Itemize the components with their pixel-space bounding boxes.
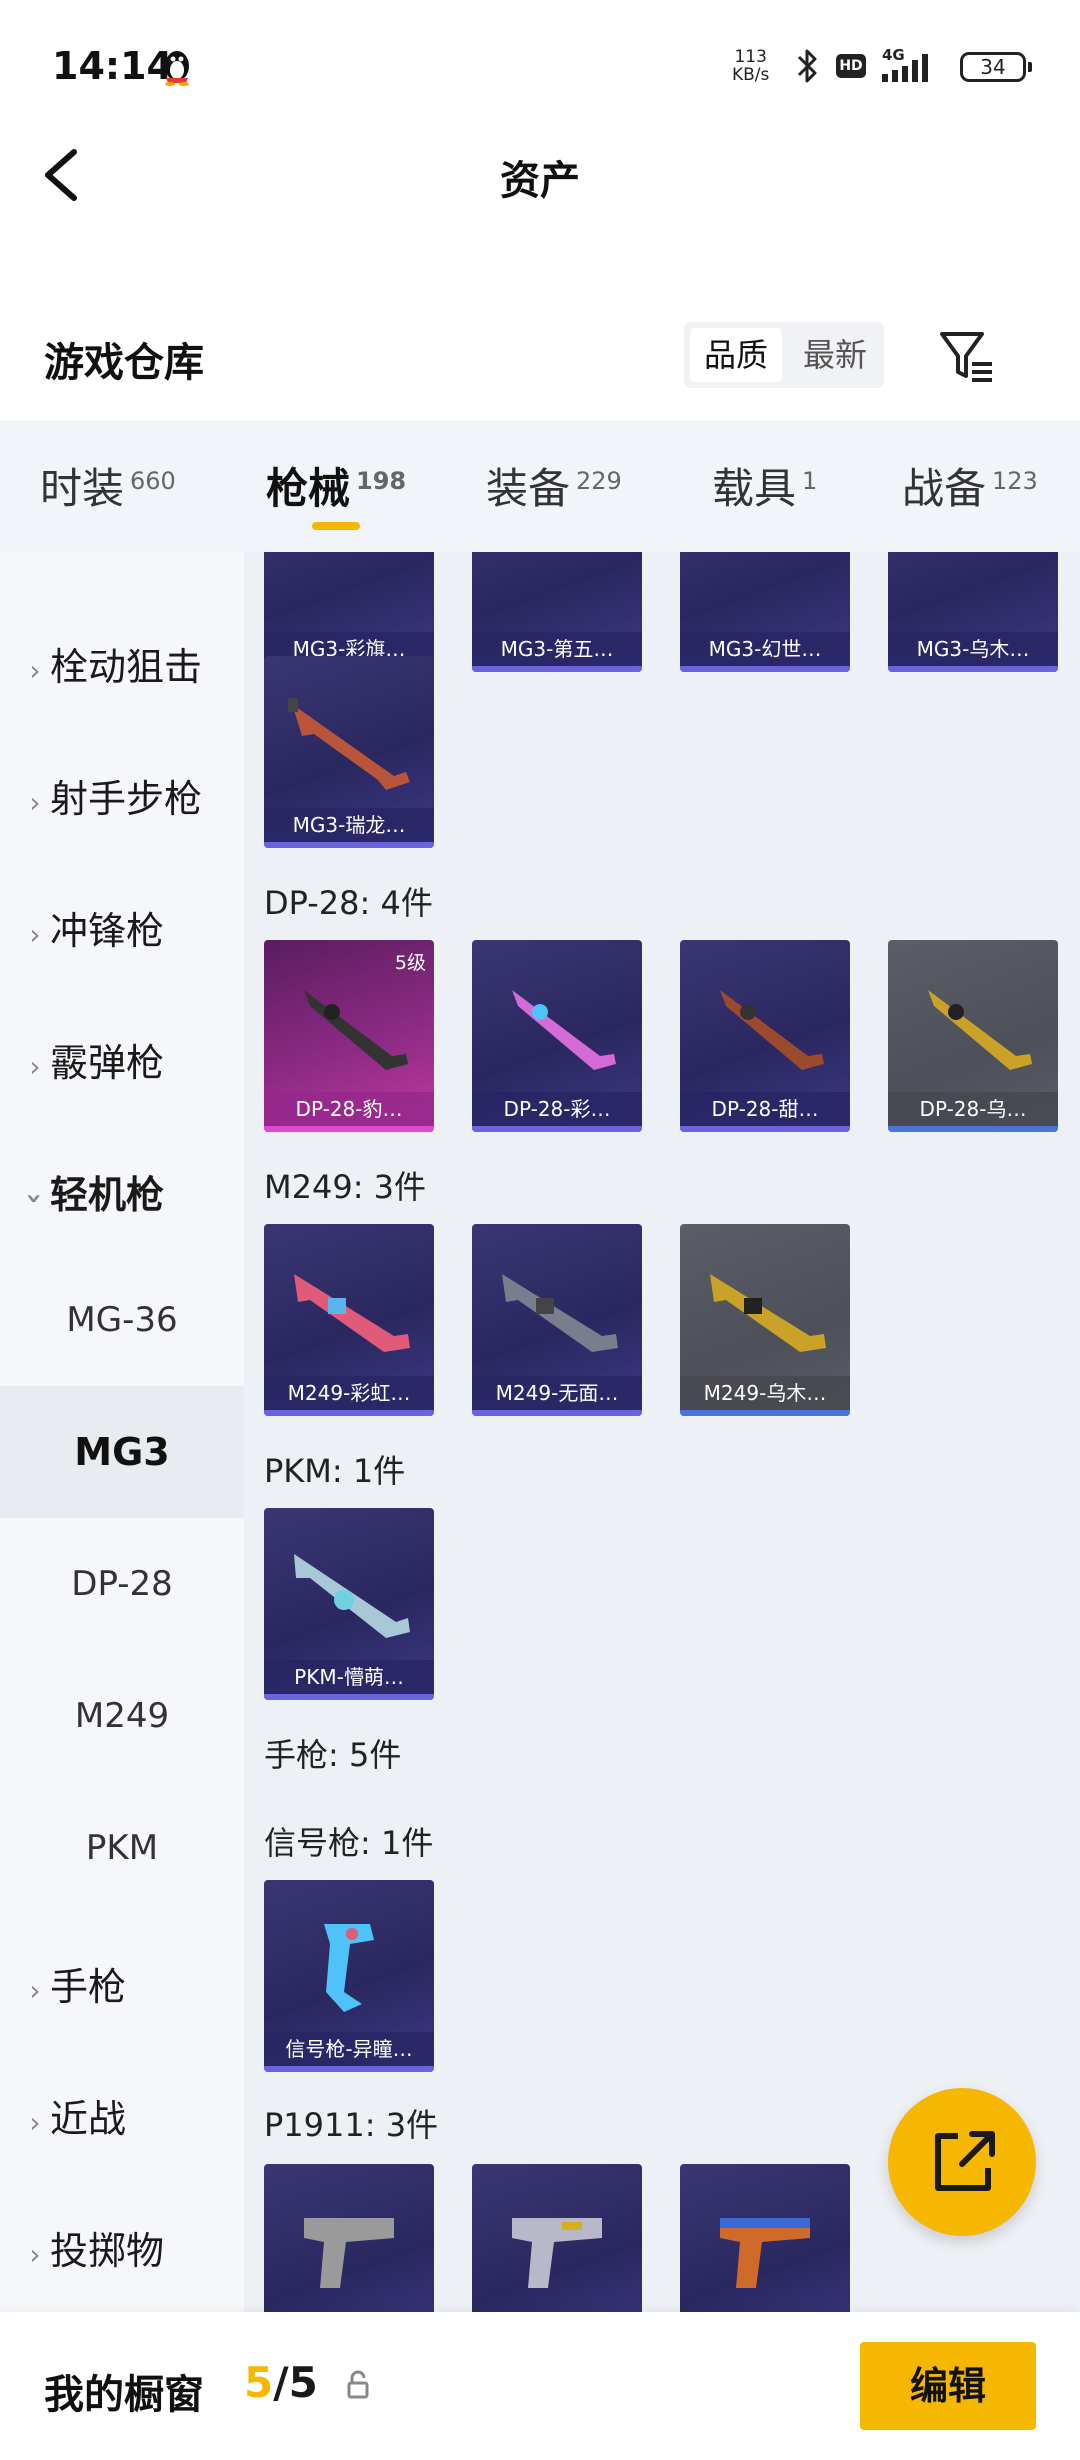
chevron-right-icon: › — [29, 1050, 41, 1083]
dp28-gun-icon — [928, 990, 1032, 1070]
bluetooth-icon — [797, 49, 817, 83]
weapon-card[interactable] — [472, 2164, 642, 2312]
weapon-card[interactable]: MG3-彩旗… — [264, 552, 434, 672]
chevron-right-icon: › — [29, 786, 41, 819]
weapon-card[interactable]: MG3-第五… — [472, 552, 642, 672]
section-header-flare: 信号枪: 1件 — [264, 1824, 434, 1862]
sidebar-sub-mg3[interactable]: MG3 — [0, 1386, 244, 1518]
weapon-card[interactable] — [680, 2164, 850, 2312]
sidebar-sub-pkm[interactable]: PKM — [0, 1782, 244, 1914]
sidebar-item-melee[interactable]: › 近战 — [0, 2088, 244, 2143]
section-header-pistol: 手枪: 5件 — [264, 1736, 402, 1774]
m249-gun-icon — [294, 1274, 410, 1352]
store-title: 游戏仓库 — [44, 340, 204, 386]
sort-quality-button[interactable]: 品质 — [690, 328, 782, 382]
chevron-right-icon: › — [29, 2238, 41, 2271]
section-header-p1911: P1911: 3件 — [264, 2106, 439, 2144]
weapon-card[interactable]: 信号枪-异瞳… — [264, 1880, 434, 2072]
m249-gun-icon — [502, 1274, 618, 1352]
pkm-gun-icon — [294, 1554, 410, 1638]
pistol-icon — [304, 2218, 394, 2288]
dp28-gun-icon — [304, 990, 408, 1070]
sidebar-item-shotgun[interactable]: › 霰弹枪 — [0, 1032, 244, 1087]
sidebar-item-pistol[interactable]: › 手枪 — [0, 1956, 244, 2011]
m249-gun-icon — [710, 1274, 826, 1352]
flare-gun-icon — [324, 1924, 374, 2012]
showcase-count: 5/5 — [244, 2358, 318, 2407]
weapon-card[interactable]: DP-28-乌… — [888, 940, 1058, 1132]
weapon-card[interactable]: PKM-懵萌… — [264, 1508, 434, 1700]
edit-button[interactable]: 编辑 — [860, 2342, 1036, 2430]
tab-vehicles[interactable]: 载具 1 — [712, 455, 817, 516]
battery-tip — [1028, 62, 1032, 72]
sort-newest-button[interactable]: 最新 — [790, 328, 880, 382]
lock-icon — [347, 2370, 369, 2399]
tab-equipment[interactable]: 装备 229 — [486, 455, 622, 516]
chevron-down-icon: › — [18, 1192, 52, 1205]
page-title: 资产 — [500, 158, 580, 204]
section-header-m249: M249: 3件 — [264, 1168, 427, 1206]
weapon-card[interactable] — [264, 2164, 434, 2312]
weapon-card[interactable]: M249-无面… — [472, 1224, 642, 1416]
battery-icon: 34 — [960, 52, 1026, 82]
weapon-card[interactable]: DP-28-彩… — [472, 940, 642, 1132]
weapon-card[interactable]: MG3-乌木… — [888, 552, 1058, 672]
weapon-card[interactable]: DP-28-甜… — [680, 940, 850, 1132]
section-header-pkm: PKM: 1件 — [264, 1452, 406, 1490]
sidebar-item-throwable[interactable]: › 投掷物 — [0, 2220, 244, 2275]
weapon-card[interactable]: MG3-瑞龙… — [264, 656, 434, 848]
tab-supplies[interactable]: 战备 123 — [902, 455, 1038, 516]
dp28-gun-icon — [512, 990, 616, 1070]
chevron-right-icon: › — [29, 918, 41, 951]
chevron-right-icon: › — [29, 1974, 41, 2007]
showcase-label: 我的橱窗 — [44, 2372, 204, 2418]
sidebar-item-bolt-sniper[interactable]: › 栓动狙击 — [0, 636, 244, 691]
pistol-icon — [720, 2218, 810, 2288]
section-header-dp28: DP-28: 4件 — [264, 884, 433, 922]
chevron-right-icon: › — [29, 2106, 41, 2139]
sidebar-item-marksman[interactable]: › 射手步枪 — [0, 768, 244, 823]
tab-active-indicator — [312, 522, 360, 530]
qq-penguin-icon — [165, 51, 189, 86]
sidebar-sub-m249[interactable]: M249 — [0, 1650, 244, 1782]
weapon-card[interactable]: 5级 DP-28-豹… — [264, 940, 434, 1132]
sidebar-sub-dp28[interactable]: DP-28 — [0, 1518, 244, 1650]
sidebar-item-lmg[interactable]: ›轻机枪 — [0, 1164, 244, 1219]
pistol-icon — [512, 2218, 602, 2288]
sidebar-item-smg[interactable]: › 冲锋枪 — [0, 900, 244, 955]
weapon-card[interactable]: M249-彩虹… — [264, 1224, 434, 1416]
weapon-card[interactable]: MG3-幻世… — [680, 552, 850, 672]
tab-firearms[interactable]: 枪械 198 — [266, 455, 406, 516]
dp28-gun-icon — [720, 990, 824, 1070]
sidebar-sub-mg36[interactable]: MG-36 — [0, 1254, 244, 1386]
status-time: 14:14 — [52, 44, 173, 88]
weapon-grid: MG3-彩旗… MG3-第五… MG3-幻世… MG3-乌木… MG3-瑞龙… … — [244, 552, 1080, 2312]
network-speed: 113 KB/s — [732, 47, 770, 85]
filter-icon[interactable] — [936, 326, 996, 386]
weapon-card[interactable]: M249-乌木… — [680, 1224, 850, 1416]
external-link-icon — [935, 2131, 995, 2191]
svg-text:4G: 4G — [882, 46, 905, 64]
share-fab-button[interactable] — [888, 2088, 1036, 2236]
chevron-right-icon: › — [29, 654, 41, 687]
hd-icon: HD — [836, 54, 866, 78]
mg-gun-icon — [288, 698, 410, 790]
signal-4g-icon: 4G — [882, 46, 928, 82]
tab-fashion[interactable]: 时装 660 — [40, 455, 176, 516]
